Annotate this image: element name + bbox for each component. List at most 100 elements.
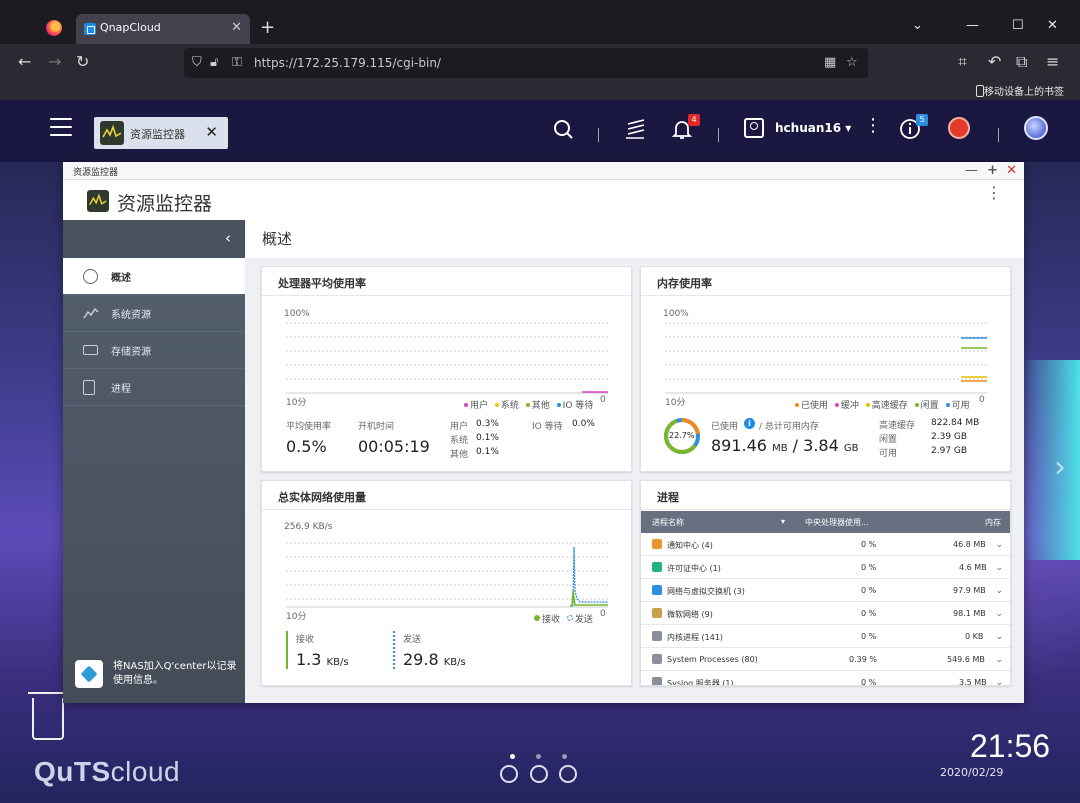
url-text[interactable]: https://172.25.179.115/cgi-bin/ [254,56,441,70]
window-minimize-icon[interactable]: — [965,163,978,178]
expand-chevron-icon[interactable]: ⌄ [995,540,1003,550]
app-more-options-icon[interactable]: ⋮ [986,185,1002,201]
maximize-window-icon[interactable]: ☐ [1012,18,1024,33]
legend-dot [525,403,530,407]
sidebar-item-overview[interactable]: 概述 [63,258,245,295]
user-menu[interactable]: hchuan16 ▾ [775,121,851,135]
screenshot-icon[interactable]: ⌗ [958,53,967,71]
notification-center-icon [652,539,662,549]
sort-chevron-icon[interactable]: ▾ [781,517,785,526]
expand-chevron-icon[interactable]: ⌄ [995,609,1003,619]
expand-chevron-icon[interactable]: ⌄ [995,586,1003,596]
table-row[interactable]: 内核进程 (141) 0 % 0 KB ⌄ [641,625,1010,648]
sidebar-item-system-resources[interactable]: 系统资源 [63,295,245,332]
qr-code-icon[interactable]: ▦ [824,55,836,70]
process-cpu: 0.39 % [849,655,877,664]
table-row[interactable]: 许可证中心 (1) 0 % 4.6 MB ⌄ [641,556,1010,579]
sidebar-item-label: 系统资源 [111,310,151,321]
legend-item: 可用 [951,401,970,411]
table-row[interactable]: Syslog 服务器 (1) 0 % 3.5 MB ⌄ [641,671,1010,686]
dock-cloud-icon[interactable] [500,765,518,783]
process-mem: 46.8 MB [953,540,986,549]
memory-chart [665,322,987,394]
list-icon [83,380,95,395]
kernel-process-icon [652,631,662,641]
expand-chevron-icon[interactable]: ⌄ [995,563,1003,573]
resource-monitor-icon [100,121,124,145]
user-avatar-icon[interactable] [744,118,764,138]
taskbar-app-close-icon[interactable]: ✕ [205,123,218,141]
network-x-label: 10分 [286,612,307,622]
url-bar[interactable]: ⛉ 🔓︎ ⚿ https://172.25.179.115/cgi-bin/ ▦… [184,48,868,78]
next-page-chevron-icon[interactable]: › [1054,450,1066,485]
gauge-icon [83,269,98,284]
table-row[interactable]: 网络与虚拟交换机 (3) 0 % 97.9 MB ⌄ [641,579,1010,602]
reload-icon[interactable]: ↻ [76,53,89,71]
wallpaper-accent [1020,360,1080,560]
dock-tools-icon[interactable] [530,765,548,783]
legend-dot [556,403,561,407]
taskbar-app-resource-monitor[interactable]: 资源监控器 ✕ [94,117,228,149]
desktop-page-dots[interactable] [510,748,588,762]
sidebar-collapse-button[interactable]: ‹ [63,220,245,258]
shield-icon[interactable]: ⛉ [192,55,202,70]
bookmark-star-icon[interactable]: ☆ [846,55,858,70]
key-icon[interactable]: ⚿ [232,55,242,70]
sidebar-item-storage-resources[interactable]: 存储资源 [63,332,245,369]
uptime-value: 00:05:19 [358,437,430,456]
sidebar-item-processes[interactable]: 进程 [63,369,245,406]
trash-icon[interactable] [28,692,68,740]
more-options-icon[interactable]: ⋮ [864,117,882,135]
dashboard-gauge-icon[interactable] [948,117,970,139]
minimize-window-icon[interactable]: — [966,18,979,33]
divider [718,128,719,142]
background-tasks-icon[interactable] [623,118,647,144]
memory-free-label: 闲置 [879,435,898,445]
legend-dot [566,615,573,621]
window-close-icon[interactable]: ✕ [1006,163,1017,178]
legend-dot [534,615,540,621]
cpu-user-value: 0.3% [476,419,499,429]
table-row[interactable]: System Processes (80) 0.39 % 549.6 MB ⌄ [641,648,1010,671]
memory-used-value: 891.46 [711,436,767,455]
table-row[interactable]: 微软网络 (9) 0 % 98.1 MB ⌄ [641,602,1010,625]
help-globe-icon[interactable] [1024,116,1048,140]
table-row[interactable]: 通知中心 (4) 0 % 46.8 MB ⌄ [641,533,1010,556]
info-icon[interactable]: i [744,418,755,429]
back-icon[interactable]: ← [18,53,31,71]
legend-item: 已使用 [801,401,829,411]
expand-chevron-icon[interactable]: ⌄ [995,655,1003,665]
browser-tab-qnapcloud[interactable]: QnapCloud ✕ [76,14,250,44]
window-titlebar[interactable]: 资源监控器 — + ✕ [63,162,1024,180]
forward-icon[interactable]: → [48,53,61,71]
close-window-icon[interactable]: ✕ [1047,18,1058,33]
divider [598,128,599,142]
chevron-left-icon: ‹ [225,229,231,247]
lock-warning-icon[interactable]: 🔓︎ [210,55,218,70]
column-header-memory[interactable]: 内存 [985,517,1001,528]
process-cpu: 0 % [861,609,877,618]
window-maximize-icon[interactable]: + [987,163,998,178]
quts-logo-qu: QuTS [34,756,111,787]
new-tab-icon[interactable]: + [260,19,275,37]
tab-close-icon[interactable]: ✕ [231,20,242,35]
window-header: 资源监控器 ⋮ [63,180,1024,220]
desktop-top-bar: 资源监控器 ✕ 4 hchuan16 ▾ ⋮ 5 [0,100,1080,162]
sidebar-item-label: 概述 [111,273,131,284]
column-header-cpu[interactable]: 中央处理器使用... [805,517,869,528]
dock-pause-icon[interactable] [559,765,577,783]
memory-cache-label: 高速缓存 [879,421,916,431]
tab-list-chevron-icon[interactable]: ⌄ [912,18,923,33]
process-mem: 3.5 MB [959,678,987,686]
main-menu-icon[interactable] [50,118,72,138]
mobile-bookmarks-link[interactable]: 移动设备上的书签 [984,83,1064,98]
firefox-logo-icon[interactable] [46,20,62,36]
search-icon[interactable] [552,118,574,144]
menu-icon[interactable]: ≡ [1046,53,1059,71]
expand-chevron-icon[interactable]: ⌄ [995,678,1003,685]
expand-chevron-icon[interactable]: ⌄ [995,632,1003,642]
column-header-name[interactable]: 进程名称 [652,517,684,528]
share-back-icon[interactable]: ↶ [988,53,1001,71]
legend-dot [865,403,870,407]
extensions-icon[interactable]: ⧉ [1016,53,1027,71]
